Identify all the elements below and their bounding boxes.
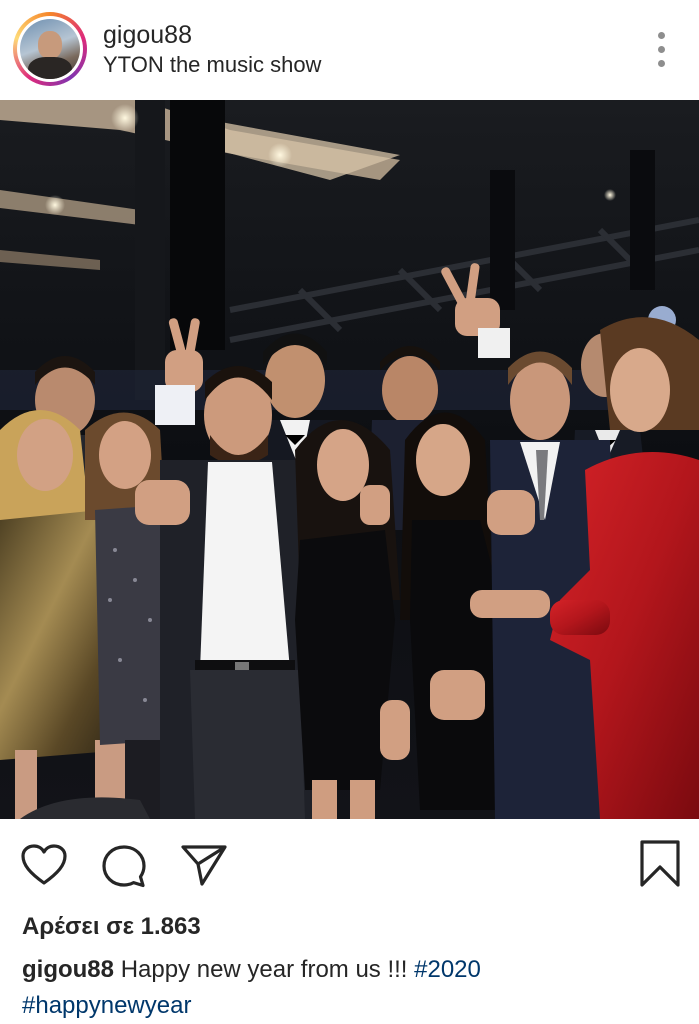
post-photo[interactable]: [0, 100, 699, 819]
likes-count[interactable]: Αρέσει σε 1.863: [22, 911, 201, 943]
hashtag-link[interactable]: #2020: [414, 956, 481, 983]
avatar-image: [20, 19, 80, 79]
comment-bubble-icon[interactable]: [100, 843, 148, 889]
avatar[interactable]: [13, 12, 87, 86]
bookmark-icon[interactable]: [638, 839, 682, 889]
post-username[interactable]: gigou88: [103, 20, 192, 50]
paper-plane-icon[interactable]: [180, 843, 228, 887]
more-options-icon[interactable]: [652, 30, 672, 70]
caption-username[interactable]: gigou88: [22, 956, 114, 983]
hashtag-link[interactable]: #happynewyear: [22, 992, 191, 1019]
post-caption: gigou88 Happy new year from us !!! #2020…: [22, 952, 682, 1024]
caption-text: Happy new year from us !!!: [120, 956, 408, 983]
post-header: gigou88 YTON the music show: [0, 0, 699, 100]
heart-icon[interactable]: [20, 843, 68, 887]
post-location[interactable]: YTON the music show: [103, 51, 321, 79]
post-actions: [0, 819, 699, 909]
